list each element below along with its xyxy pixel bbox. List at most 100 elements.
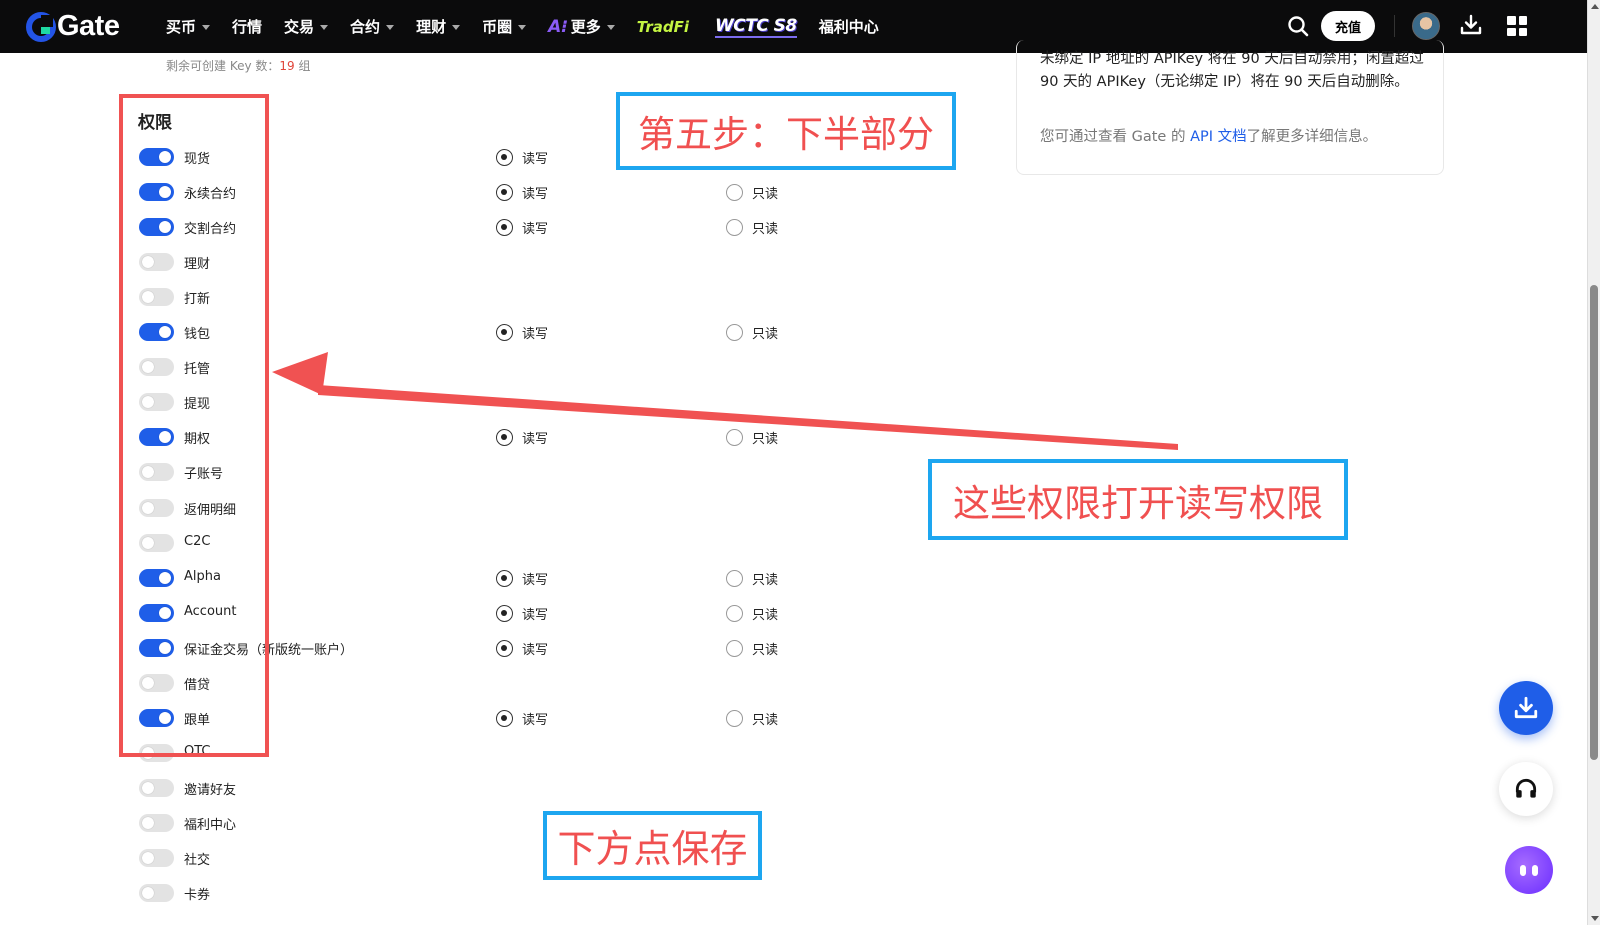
radio-circle-icon[interactable] bbox=[726, 184, 743, 201]
search-icon[interactable] bbox=[1287, 15, 1309, 37]
nav-item-4[interactable]: 理财 bbox=[416, 16, 461, 37]
permission-toggle[interactable] bbox=[139, 884, 174, 902]
read-write-radio[interactable]: 读写 bbox=[496, 709, 548, 728]
read-write-radio[interactable]: 读写 bbox=[496, 323, 548, 342]
radio-circle-icon[interactable] bbox=[726, 710, 743, 727]
read-write-radio[interactable]: 读写 bbox=[496, 183, 548, 202]
nav-item-7[interactable]: TradFi bbox=[637, 18, 689, 36]
info-text: 未绑定 IP 地址的 APIKey 将在 90 天后自动禁用；闲置超过 90 天… bbox=[1040, 51, 1424, 90]
radio-circle-icon[interactable] bbox=[496, 184, 513, 201]
read-only-radio[interactable]: 只读 bbox=[726, 183, 778, 202]
scroll-thumb[interactable] bbox=[1590, 285, 1598, 760]
radio-circle-icon[interactable] bbox=[726, 605, 743, 622]
nav-divider bbox=[1394, 15, 1395, 37]
read-only-radio[interactable]: 只读 bbox=[726, 569, 778, 588]
info-subtext: 您可通过查看 Gate 的 API 文档了解更多详细信息。 bbox=[1040, 125, 1440, 146]
radio-circle-icon[interactable] bbox=[496, 219, 513, 236]
avatar[interactable] bbox=[1412, 12, 1440, 40]
gate-logo-icon bbox=[26, 11, 56, 42]
brand-name: Gate bbox=[57, 10, 120, 42]
download-icon[interactable] bbox=[1459, 13, 1483, 37]
chevron-down-icon bbox=[606, 25, 615, 30]
floating-assistant-button[interactable] bbox=[1505, 846, 1553, 894]
read-write-radio[interactable]: 读写 bbox=[496, 428, 548, 447]
scroll-up-arrow-icon[interactable] bbox=[1591, 4, 1599, 9]
radio-label: 只读 bbox=[752, 608, 779, 623]
radio-label: 只读 bbox=[752, 573, 779, 588]
nav-item-1[interactable]: 行情 bbox=[232, 16, 262, 37]
read-only-radio[interactable]: 只读 bbox=[726, 709, 778, 728]
nav-item-6[interactable]: A⁝ 更多 bbox=[548, 16, 615, 37]
nav-item-label: 福利中心 bbox=[818, 18, 879, 36]
read-only-radio[interactable]: 只读 bbox=[726, 218, 778, 237]
radio-circle-icon[interactable] bbox=[496, 605, 513, 622]
read-write-radio[interactable]: 读写 bbox=[496, 148, 548, 167]
radio-circle-icon[interactable] bbox=[496, 570, 513, 587]
nav-item-label: WCTC S8 bbox=[714, 15, 797, 38]
nav-item-8[interactable]: WCTC S8 bbox=[714, 15, 797, 38]
permission-toggle[interactable] bbox=[139, 779, 174, 797]
radio-circle-icon[interactable] bbox=[496, 324, 513, 341]
remaining-prefix: 剩余可创建 Key 数： bbox=[166, 59, 280, 73]
remaining-suffix: 组 bbox=[294, 59, 311, 73]
read-write-radio[interactable]: 读写 bbox=[496, 604, 548, 623]
permission-label: 福利中心 bbox=[184, 818, 237, 833]
radio-label: 读写 bbox=[522, 608, 549, 623]
permission-toggle[interactable] bbox=[139, 849, 174, 867]
remaining-number: 19 bbox=[279, 59, 295, 73]
read-only-radio[interactable]: 只读 bbox=[726, 639, 778, 658]
radio-circle-icon[interactable] bbox=[726, 570, 743, 587]
radio-label: 只读 bbox=[752, 643, 779, 658]
chevron-down-icon bbox=[452, 25, 461, 30]
nav-item-3[interactable]: 合约 bbox=[350, 16, 395, 37]
ai-icon: A⁝ bbox=[548, 16, 568, 37]
nav-item-9[interactable]: 福利中心 bbox=[819, 16, 879, 37]
radio-label: 读写 bbox=[522, 432, 549, 447]
radio-circle-icon[interactable] bbox=[726, 640, 743, 657]
floating-support-button[interactable] bbox=[1499, 762, 1553, 816]
radio-circle-icon[interactable] bbox=[496, 710, 513, 727]
floating-download-button[interactable] bbox=[1499, 681, 1553, 735]
scroll-down-arrow-icon[interactable] bbox=[1591, 916, 1599, 921]
radio-label: 只读 bbox=[752, 327, 779, 342]
nav-item-0[interactable]: 买币 bbox=[166, 16, 211, 37]
headset-icon bbox=[1515, 778, 1537, 798]
read-only-radio[interactable]: 只读 bbox=[726, 428, 778, 447]
read-write-radio[interactable]: 读写 bbox=[496, 639, 548, 658]
annotation-open-rw-box: 这些权限打开读写权限 bbox=[928, 459, 1348, 540]
bot-eye-icon bbox=[1532, 864, 1538, 876]
api-docs-link[interactable]: API 文档 bbox=[1190, 129, 1247, 145]
radio-circle-icon[interactable] bbox=[726, 219, 743, 236]
bot-eye-icon bbox=[1520, 864, 1526, 876]
apps-grid-icon[interactable] bbox=[1507, 16, 1527, 36]
radio-label: 读写 bbox=[522, 152, 549, 167]
nav-item-label: TradFi bbox=[636, 17, 689, 36]
read-write-radio[interactable]: 读写 bbox=[496, 569, 548, 588]
nav-item-label: 理财 bbox=[416, 18, 447, 36]
nav-item-2[interactable]: 交易 bbox=[284, 16, 329, 37]
deposit-button[interactable]: 充值 bbox=[1321, 11, 1375, 41]
annotation-open-rw: 这些权限打开读写权限 bbox=[953, 481, 1323, 525]
radio-circle-icon[interactable] bbox=[496, 149, 513, 166]
chevron-down-icon bbox=[518, 25, 527, 30]
read-write-radio[interactable]: 读写 bbox=[496, 218, 548, 237]
chevron-down-icon bbox=[386, 25, 395, 30]
nav-item-5[interactable]: 币圈 bbox=[482, 16, 527, 37]
nav-item-label: 行情 bbox=[232, 18, 263, 36]
nav-item-label: 合约 bbox=[350, 18, 381, 36]
toggle-knob bbox=[142, 817, 154, 829]
permission-toggle[interactable] bbox=[139, 814, 174, 832]
radio-circle-icon[interactable] bbox=[726, 429, 743, 446]
radio-circle-icon[interactable] bbox=[726, 324, 743, 341]
annotation-save-below: 下方点保存 bbox=[557, 827, 748, 871]
permission-label: 邀请好友 bbox=[184, 783, 237, 798]
radio-circle-icon[interactable] bbox=[496, 640, 513, 657]
radio-circle-icon[interactable] bbox=[496, 429, 513, 446]
read-only-radio[interactable]: 只读 bbox=[726, 604, 778, 623]
chevron-down-icon bbox=[320, 25, 329, 30]
read-only-radio[interactable]: 只读 bbox=[726, 323, 778, 342]
radio-label: 只读 bbox=[752, 222, 779, 237]
page-scrollbar[interactable] bbox=[1587, 0, 1600, 925]
annotation-step5-box: 第五步：下半部分 bbox=[616, 92, 956, 170]
gate-logo[interactable]: Gate bbox=[26, 10, 120, 43]
